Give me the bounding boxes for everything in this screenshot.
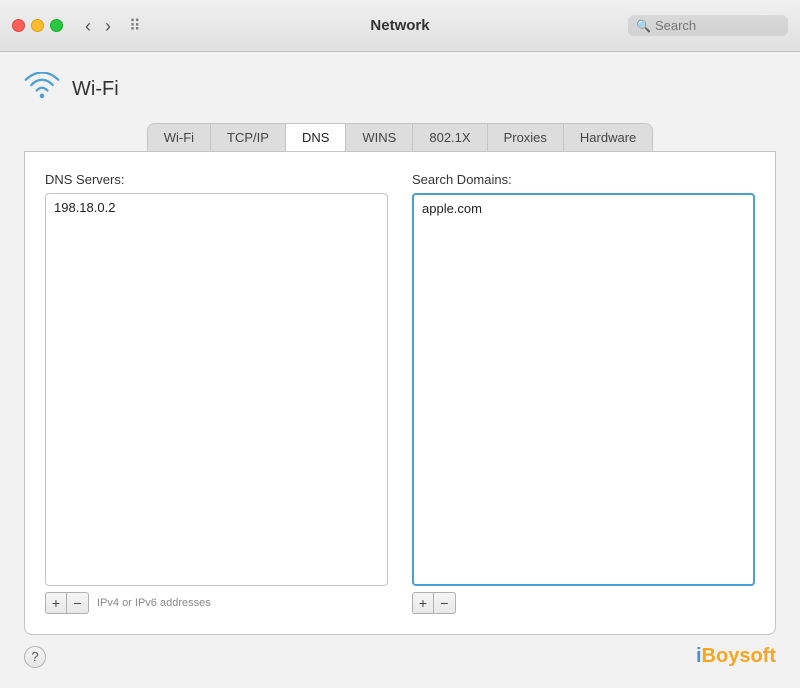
tab-bar: Wi-Fi TCP/IP DNS WINS 802.1X Proxies Har…	[24, 123, 776, 151]
grid-icon[interactable]: ⠿	[129, 16, 141, 36]
dns-servers-controls: + − IPv4 or IPv6 addresses	[45, 592, 388, 614]
titlebar: ‹ › ⠿ Network 🔍	[0, 0, 800, 52]
close-button[interactable]	[12, 19, 25, 32]
window-title: Network	[370, 17, 429, 34]
bottom-bar: ? iBoysoft	[24, 635, 776, 668]
dns-panel: DNS Servers: 198.18.0.2 + − IPv4 or IPv6…	[24, 151, 776, 635]
dns-hint: IPv4 or IPv6 addresses	[97, 597, 211, 609]
back-button[interactable]: ‹	[79, 15, 97, 37]
dns-remove-button[interactable]: −	[67, 592, 89, 614]
search-bar[interactable]: 🔍	[628, 15, 788, 36]
brand-logo: iBoysoft	[696, 645, 776, 668]
search-domains-col: Search Domains: apple.com + −	[412, 172, 755, 614]
maximize-button[interactable]	[50, 19, 63, 32]
nav-buttons: ‹ ›	[79, 15, 117, 37]
tab-proxies[interactable]: Proxies	[488, 124, 564, 151]
dns-servers-col: DNS Servers: 198.18.0.2 + − IPv4 or IPv6…	[45, 172, 388, 614]
forward-button[interactable]: ›	[99, 15, 117, 37]
traffic-lights	[12, 19, 63, 32]
tab-8021x[interactable]: 802.1X	[413, 124, 487, 151]
wifi-icon	[24, 72, 60, 107]
tab-wins[interactable]: WINS	[346, 124, 413, 151]
panel-title: Wi-Fi	[72, 78, 119, 101]
main-content: Wi-Fi Wi-Fi TCP/IP DNS WINS 802.1X Proxi…	[0, 52, 800, 688]
brand-suffix: Boysoft	[702, 645, 776, 667]
minimize-button[interactable]	[31, 19, 44, 32]
tab-container: Wi-Fi TCP/IP DNS WINS 802.1X Proxies Har…	[147, 123, 654, 151]
dns-add-button[interactable]: +	[45, 592, 67, 614]
panel-header: Wi-Fi	[24, 72, 776, 107]
dns-server-entry: 198.18.0.2	[54, 200, 379, 215]
dns-servers-label: DNS Servers:	[45, 172, 388, 187]
panel-body: DNS Servers: 198.18.0.2 + − IPv4 or IPv6…	[45, 172, 755, 614]
search-domains-list[interactable]: apple.com	[412, 193, 755, 586]
domain-remove-button[interactable]: −	[434, 592, 456, 614]
tab-hardware[interactable]: Hardware	[564, 124, 652, 151]
search-icon: 🔍	[636, 19, 651, 33]
help-button[interactable]: ?	[24, 646, 46, 668]
search-input[interactable]	[655, 18, 780, 33]
tab-dns[interactable]: DNS	[286, 124, 346, 151]
search-domains-controls: + −	[412, 592, 755, 614]
tab-wifi[interactable]: Wi-Fi	[148, 124, 211, 151]
domain-add-button[interactable]: +	[412, 592, 434, 614]
search-domains-label: Search Domains:	[412, 172, 755, 187]
search-domain-entry: apple.com	[422, 201, 745, 216]
tab-tcpip[interactable]: TCP/IP	[211, 124, 286, 151]
dns-servers-list[interactable]: 198.18.0.2	[45, 193, 388, 586]
